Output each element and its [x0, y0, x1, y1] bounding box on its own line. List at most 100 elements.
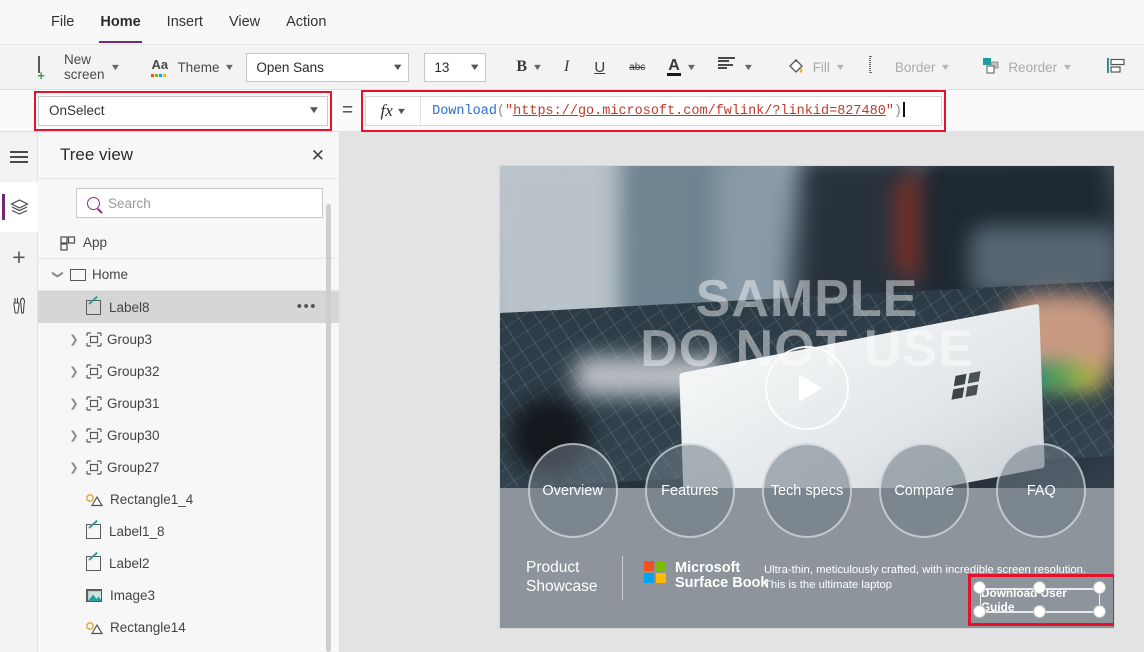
nav-circle-faq[interactable]: FAQ	[996, 443, 1086, 538]
chevron-right-icon[interactable]: ❯	[68, 397, 80, 410]
tree-item-rectangle1-4[interactable]: Rectangle1_4	[38, 483, 339, 515]
new-screen-button[interactable]: New screen ▼	[30, 51, 127, 83]
tree-item-group32[interactable]: ❯ Group32	[38, 355, 339, 387]
group-icon	[86, 332, 101, 346]
fx-button[interactable]: fx ▼	[366, 97, 421, 125]
chevron-right-icon[interactable]: ❯	[68, 333, 80, 346]
bold-icon: B	[516, 58, 527, 76]
ribbon-toolbar: New screen ▼ Aa Theme ▼ Open Sans ▼ 13	[0, 45, 1144, 90]
tree-item-label1-8[interactable]: Label1_8	[38, 515, 339, 547]
chevron-down-icon: ▼	[940, 62, 952, 72]
formula-input[interactable]: fx ▼ Download("https://go.microsoft.com/…	[365, 96, 942, 126]
label-icon	[86, 524, 101, 539]
tree-item-label8[interactable]: Label8 •••	[38, 291, 339, 323]
align-button[interactable]: ▼	[706, 51, 761, 83]
rail-insert-button[interactable]: +	[0, 232, 38, 282]
reorder-button[interactable]: Reorder ▼	[974, 51, 1080, 83]
tree-view-header: Tree view ✕	[38, 132, 339, 179]
rail-menu-button[interactable]	[0, 132, 38, 182]
tree-item-label: Rectangle14	[110, 620, 186, 635]
tree-item-group27[interactable]: ❯ Group27	[38, 451, 339, 483]
brand-line-2: Surface Book	[675, 576, 768, 591]
tree-item-group31[interactable]: ❯ Group31	[38, 387, 339, 419]
theme-label: Theme	[177, 60, 219, 75]
fill-button[interactable]: Fill ▼	[779, 51, 853, 83]
more-options-icon[interactable]: •••	[297, 302, 317, 312]
showcase-title: Product Showcase	[526, 558, 598, 596]
chevron-right-icon[interactable]: ❯	[68, 365, 80, 378]
label-icon	[86, 300, 101, 315]
icon-rail: +	[0, 132, 38, 652]
formula-input-wrapper: fx ▼ Download("https://go.microsoft.com/…	[365, 96, 942, 126]
new-screen-label: New screen	[64, 52, 105, 82]
menu-icon	[10, 151, 28, 163]
tree-item-label: Label8	[109, 300, 150, 315]
font-family-select[interactable]: Open Sans ▼	[246, 53, 409, 82]
play-button[interactable]	[765, 346, 849, 430]
tools-icon	[12, 297, 27, 318]
underline-icon: U	[594, 59, 605, 76]
menu-item-home[interactable]: Home	[87, 8, 153, 36]
menu-item-view[interactable]: View	[216, 8, 273, 36]
chevron-down-icon: ▼	[835, 62, 847, 72]
theme-button[interactable]: Aa Theme ▼	[143, 51, 242, 83]
tree-item-rectangle14[interactable]: Rectangle14	[38, 611, 339, 643]
app-screen-preview: SAMPLE DO NOT USE Overview Features Tech…	[500, 166, 1114, 628]
property-select[interactable]: OnSelect ▼	[38, 96, 328, 126]
italic-button[interactable]: I	[552, 51, 581, 83]
font-size-value: 13	[434, 60, 449, 75]
underline-button[interactable]: U	[583, 51, 616, 83]
showcase-bar: Product Showcase Microsoft Surface Book …	[500, 544, 1114, 628]
border-button[interactable]: Border ▼	[861, 51, 958, 83]
rail-tools-button[interactable]	[0, 282, 38, 332]
chevron-down-icon: ▼	[686, 62, 698, 72]
chevron-right-icon[interactable]: ❯	[68, 429, 80, 442]
rail-tree-view-button[interactable]	[0, 182, 38, 232]
tree-item-label: App	[83, 235, 107, 250]
tree-scrollbar[interactable]	[326, 204, 331, 652]
menu-item-insert[interactable]: Insert	[154, 8, 216, 36]
formula-url: https://go.microsoft.com/fwlink/?linkid=…	[513, 104, 886, 119]
showcase-title-line-2: Showcase	[526, 577, 598, 596]
menu-item-file[interactable]: File	[38, 8, 87, 36]
chevron-right-icon[interactable]: ❯	[68, 461, 80, 474]
equals-sign: =	[342, 100, 353, 122]
font-color-button[interactable]: A ▼	[658, 51, 703, 83]
chevron-right-icon[interactable]: ❯	[52, 269, 65, 281]
tree-item-home[interactable]: ❯ Home	[38, 259, 339, 291]
ribbon-group-fill: Fill ▼ Border ▼	[769, 45, 967, 90]
align-left-button[interactable]	[1096, 51, 1136, 83]
tree-item-group30[interactable]: ❯ Group30	[38, 419, 339, 451]
ribbon-group-theme: Aa Theme ▼ Open Sans ▼ 13 ▼	[135, 45, 494, 90]
nav-circle-compare[interactable]: Compare	[879, 443, 969, 538]
showcase-title-line-1: Product	[526, 558, 598, 577]
tree-item-app[interactable]: App	[38, 227, 339, 259]
formula-text[interactable]: Download("https://go.microsoft.com/fwlin…	[421, 102, 941, 119]
tree-item-image3[interactable]: Image3	[38, 579, 339, 611]
strikethrough-button[interactable]: abc	[618, 51, 656, 83]
menu-item-action[interactable]: Action	[273, 8, 339, 36]
border-label: Border	[895, 60, 936, 75]
nav-circle-features[interactable]: Features	[645, 443, 735, 538]
nav-circle-overview[interactable]: Overview	[528, 443, 618, 538]
tree-item-label: Rectangle1_4	[110, 492, 193, 507]
close-icon[interactable]: ✕	[311, 147, 325, 164]
chevron-down-icon: ▼	[307, 105, 320, 116]
group-icon	[86, 428, 101, 442]
tree-item-label2[interactable]: Label2	[38, 547, 339, 579]
power-apps-studio: File Home Insert View Action New screen …	[0, 0, 1144, 652]
nav-circle-label: Features	[661, 483, 718, 499]
formula-quote-close: "	[886, 104, 894, 119]
rectangle-icon	[86, 493, 102, 506]
tree-item-label: Label2	[109, 556, 150, 571]
search-input[interactable]: Search	[76, 188, 323, 218]
new-screen-icon	[38, 57, 58, 77]
chevron-down-icon: ▼	[532, 62, 544, 72]
property-value: OnSelect	[49, 103, 105, 118]
font-size-select[interactable]: 13 ▼	[424, 53, 486, 82]
align-icon	[718, 57, 738, 77]
tree-item-group3[interactable]: ❯ Group3	[38, 323, 339, 355]
nav-circle-tech-specs[interactable]: Tech specs	[762, 443, 852, 538]
bold-button[interactable]: B ▼	[508, 51, 550, 83]
search-wrapper: Search	[38, 179, 339, 227]
